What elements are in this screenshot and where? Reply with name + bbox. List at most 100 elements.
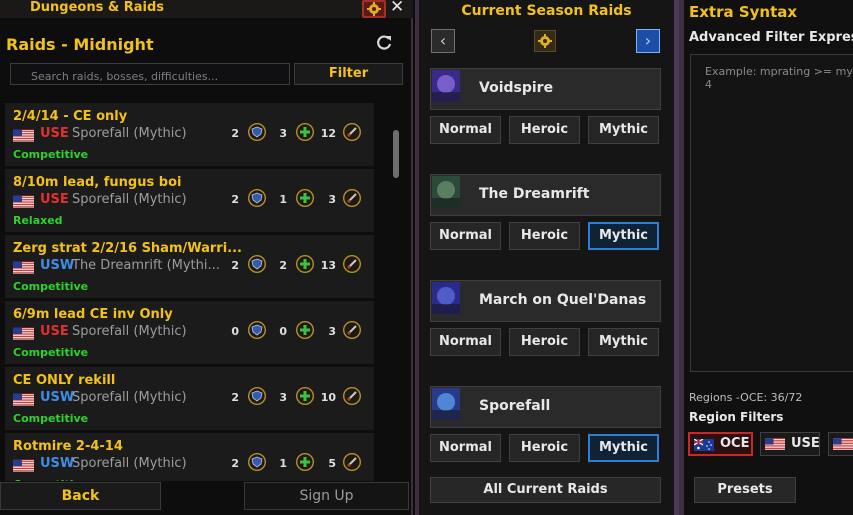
raid-difficulty-text: (Mythic): [133, 390, 187, 405]
search-input[interactable]: [10, 63, 290, 85]
healer-count: 3: [279, 391, 287, 404]
raid-name-text: Sporefall: [72, 390, 130, 405]
listing-region: USW: [40, 456, 75, 471]
sign-up-button[interactable]: Sign Up: [244, 482, 409, 510]
raid-settings-button[interactable]: [534, 30, 556, 52]
tank-count: 2: [231, 127, 239, 140]
healer-role-icon: [296, 123, 314, 141]
dungeons-raids-panel: Dungeons & Raids ✕ Raids - Midnight Filt…: [0, 0, 413, 515]
listing-tag: Competitive: [13, 478, 88, 481]
region-filter-label: OCE: [720, 436, 750, 451]
us-flag-icon: [13, 327, 34, 340]
us-flag-icon: [833, 438, 853, 450]
difficulty-normal-button[interactable]: Normal: [430, 434, 501, 462]
raid-name-text: The Dreamrift: [72, 258, 163, 273]
difficulty-heroic-button[interactable]: Heroic: [509, 434, 580, 462]
prev-page-button[interactable]: ‹: [431, 29, 455, 53]
raid-name: March on Quel'Danas: [479, 292, 647, 308]
listing-title: 6/9m lead CE inv Only: [13, 307, 173, 322]
listing-tag: Competitive: [13, 148, 89, 161]
raid-thumbnail-icon: [432, 282, 460, 314]
listing-region: USW: [40, 258, 75, 273]
raid-name-text: Sporefall: [72, 324, 130, 339]
raid-header[interactable]: Sporefall: [430, 386, 661, 428]
current-season-raids-panel: Current Season Raids ‹ › Voidspire Norma…: [415, 0, 679, 515]
listing-raid: The Dreamrift (Mythi...: [72, 258, 220, 273]
tank-role-icon: [248, 387, 266, 405]
listing-row[interactable]: 2/4/14 - CE only USE Sporefall (Mythic) …: [5, 103, 374, 166]
difficulty-mythic-button[interactable]: Mythic: [588, 116, 659, 144]
scrollbar-thumb[interactable]: [393, 130, 399, 178]
raid-name: Sporefall: [479, 398, 551, 414]
app-root: Dungeons & Raids ✕ Raids - Midnight Filt…: [0, 0, 853, 515]
filter-expression-input[interactable]: Example: mprating >= mym 4: [690, 54, 853, 372]
settings-gear-button[interactable]: [362, 0, 386, 18]
difficulty-mythic-button[interactable]: Mythic: [588, 328, 659, 356]
tank-role-icon: [248, 189, 266, 207]
healer-count: 1: [279, 193, 287, 206]
listing-row[interactable]: 6/9m lead CE inv Only USE Sporefall (Myt…: [5, 301, 374, 364]
raid-name-text: Sporefall: [72, 192, 130, 207]
listing-title: 2/4/14 - CE only: [13, 109, 128, 124]
listing-row[interactable]: 8/10m lead, fungus boi USE Sporefall (My…: [5, 169, 374, 232]
filter-button[interactable]: Filter: [294, 63, 403, 85]
back-button[interactable]: Back: [0, 482, 161, 510]
listing-row[interactable]: Rotmire 2-4-14 USW Sporefall (Mythic) Co…: [5, 433, 374, 481]
close-icon[interactable]: ✕: [390, 0, 404, 16]
listing-title: Zerg strat 2/2/16 Sham/Warri...: [13, 241, 242, 256]
region-filter-label: USE: [791, 436, 820, 451]
raid-difficulty-text: (Mythi...: [166, 258, 220, 273]
listing-row[interactable]: Zerg strat 2/2/16 Sham/Warri... USW The …: [5, 235, 374, 298]
difficulty-normal-button[interactable]: Normal: [430, 222, 501, 250]
healer-role-icon: [296, 387, 314, 405]
raid-header[interactable]: Voidspire: [430, 68, 661, 110]
tank-count: 2: [231, 259, 239, 272]
raid-name-text: Sporefall: [72, 456, 130, 471]
difficulty-normal-button[interactable]: Normal: [430, 116, 501, 144]
all-current-raids-button[interactable]: All Current Raids: [430, 477, 661, 503]
listing-region: USE: [40, 192, 69, 207]
region-filter-button[interactable]: OCE: [688, 432, 753, 456]
healer-count: 2: [279, 259, 287, 272]
difficulty-normal-button[interactable]: Normal: [430, 328, 501, 356]
dps-count: 13: [320, 259, 336, 272]
dps-role-icon: [343, 255, 361, 273]
healer-role-icon: [296, 189, 314, 207]
difficulty-heroic-button[interactable]: Heroic: [509, 116, 580, 144]
difficulty-buttons: Normal Heroic Mythic: [430, 116, 661, 146]
healer-count: 1: [279, 457, 287, 470]
dps-count: 3: [328, 193, 336, 206]
raid-header[interactable]: The Dreamrift: [430, 174, 661, 216]
listing-tag: Relaxed: [13, 214, 63, 227]
next-page-button[interactable]: ›: [636, 29, 660, 53]
difficulty-mythic-button[interactable]: Mythic: [588, 222, 659, 250]
raid-thumbnail-icon: [432, 176, 460, 208]
dps-role-icon: [343, 321, 361, 339]
refresh-icon[interactable]: [374, 33, 394, 53]
raid-difficulty-text: (Mythic): [133, 456, 187, 471]
region-filters-label: Region Filters: [689, 410, 784, 424]
panel-title: Dungeons & Raids: [30, 0, 165, 15]
tank-count: 2: [231, 457, 239, 470]
listing-row[interactable]: CE ONLY rekill USW Sporefall (Mythic) Co…: [5, 367, 374, 430]
listing-region: USE: [40, 324, 69, 339]
difficulty-heroic-button[interactable]: Heroic: [509, 222, 580, 250]
dps-role-icon: [343, 123, 361, 141]
raid-header[interactable]: March on Quel'Danas: [430, 280, 661, 322]
presets-button[interactable]: Presets: [694, 477, 796, 503]
tank-count: 2: [231, 193, 239, 206]
difficulty-heroic-button[interactable]: Heroic: [509, 328, 580, 356]
difficulty-buttons: Normal Heroic Mythic: [430, 222, 661, 252]
region-filter-button[interactable]: [828, 432, 853, 456]
region-filter-button[interactable]: USE: [760, 432, 820, 456]
healer-role-icon: [296, 453, 314, 471]
tank-role-icon: [248, 321, 266, 339]
dps-role-icon: [343, 189, 361, 207]
raid-block: Sporefall Normal Heroic Mythic: [430, 386, 661, 464]
difficulty-mythic-button[interactable]: Mythic: [588, 434, 659, 462]
listing-raid: Sporefall (Mythic): [72, 192, 187, 207]
healer-count: 0: [279, 325, 287, 338]
dps-count: 12: [320, 127, 336, 140]
tank-role-icon: [248, 255, 266, 273]
chevron-right-icon: ›: [644, 31, 652, 50]
